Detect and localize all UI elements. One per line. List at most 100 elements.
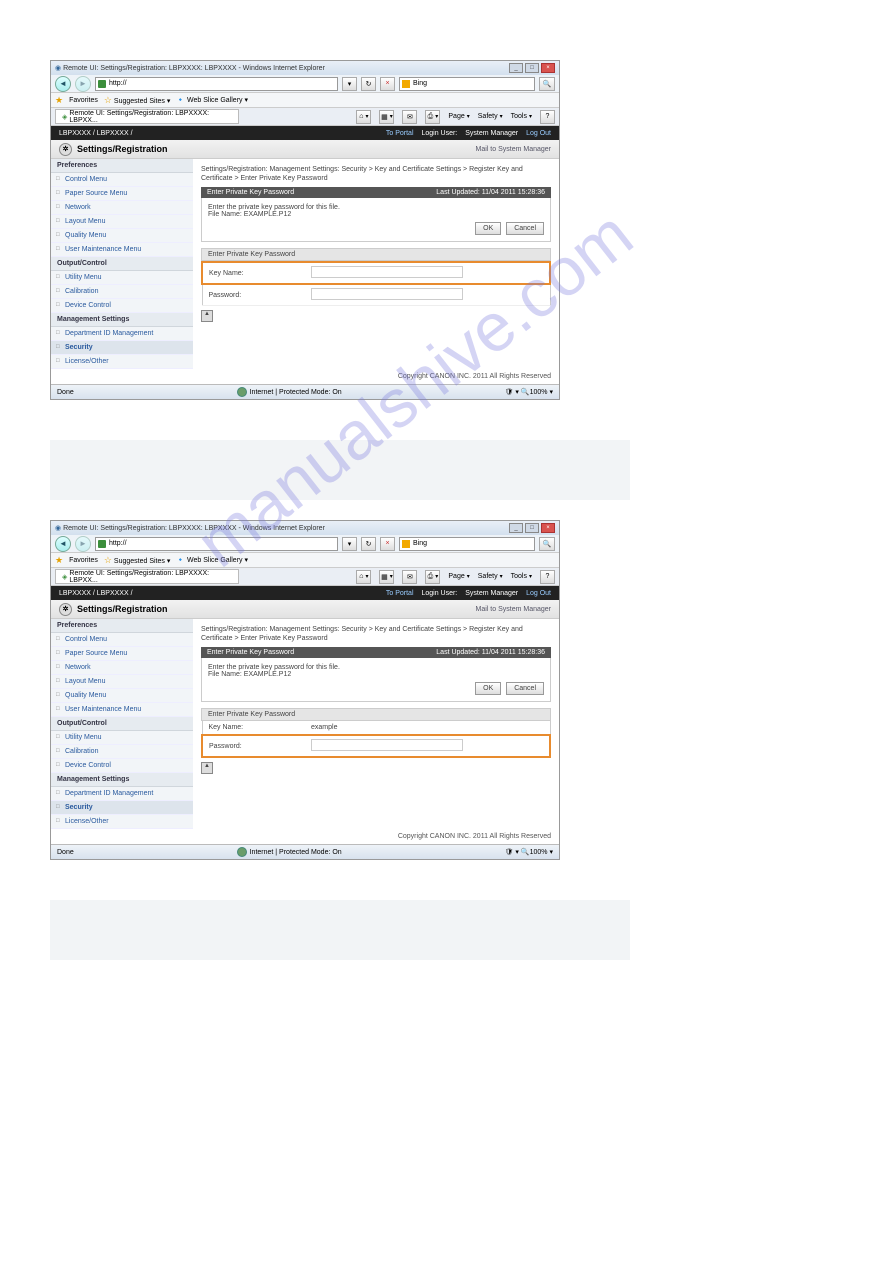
star-icon[interactable]: ★: [55, 555, 63, 566]
sidebar-item-calibration[interactable]: Calibration: [51, 745, 193, 759]
sidebar-item-quality[interactable]: Quality Menu: [51, 229, 193, 243]
mail-link[interactable]: Mail to System Manager: [476, 606, 551, 613]
filename-text: File Name: EXAMPLE.P12: [208, 211, 544, 218]
keyname-value[interactable]: example: [311, 724, 337, 731]
top-icon[interactable]: ▲: [201, 762, 213, 774]
sidebar-item-network[interactable]: Network: [51, 201, 193, 215]
sidebar-item-utility[interactable]: Utility Menu: [51, 271, 193, 285]
sidebar-item-dept-id[interactable]: Department ID Management: [51, 787, 193, 801]
back-button[interactable]: ◄: [55, 536, 71, 552]
instruction-text: Enter the private key password for this …: [208, 664, 544, 671]
refresh-icon[interactable]: ↻: [361, 77, 376, 91]
page-menu[interactable]: Page: [448, 573, 469, 580]
sidebar-item-network[interactable]: Network: [51, 661, 193, 675]
sidebar-item-quality[interactable]: Quality Menu: [51, 689, 193, 703]
sidebar-item-device[interactable]: Device Control: [51, 299, 193, 313]
mail-icon[interactable]: ✉: [402, 110, 417, 124]
forward-button[interactable]: ►: [75, 76, 91, 92]
sidebar-item-security[interactable]: Security: [51, 801, 193, 815]
device-path: LBPXXXX / LBPXXXX /: [59, 130, 133, 137]
forward-button[interactable]: ►: [75, 536, 91, 552]
sidebar: Preferences Control Menu Paper Source Me…: [51, 619, 193, 829]
home-icon[interactable]: ⌂: [356, 110, 371, 124]
minimize-icon[interactable]: _: [509, 523, 523, 533]
close-icon[interactable]: ×: [541, 63, 555, 73]
ok-button[interactable]: OK: [475, 222, 501, 235]
browser-tab[interactable]: ◈Remote UI: Settings/Registration: LBPXX…: [55, 109, 239, 124]
logout-link[interactable]: Log Out: [526, 130, 551, 137]
sidebar-item-layout[interactable]: Layout Menu: [51, 215, 193, 229]
tools-menu[interactable]: Tools: [511, 573, 532, 580]
sidebar-item-layout[interactable]: Layout Menu: [51, 675, 193, 689]
protected-mode-icon[interactable]: 🛡 ▾: [505, 389, 519, 396]
sidebar-item-paper[interactable]: Paper Source Menu: [51, 647, 193, 661]
refresh-icon[interactable]: ↻: [361, 537, 376, 551]
logout-link[interactable]: Log Out: [526, 590, 551, 597]
sidebar-item-paper[interactable]: Paper Source Menu: [51, 187, 193, 201]
search-icon[interactable]: 🔍: [539, 537, 555, 551]
nav-row: ◄ ► http:// ▾ ↻ × Bing 🔍: [51, 535, 559, 553]
search-box[interactable]: Bing: [399, 77, 535, 91]
ok-button[interactable]: OK: [475, 682, 501, 695]
sidebar-item-dept-id[interactable]: Department ID Management: [51, 327, 193, 341]
maximize-icon[interactable]: □: [525, 63, 539, 73]
sidebar-item-control[interactable]: Control Menu: [51, 173, 193, 187]
home-icon[interactable]: ⌂: [356, 570, 371, 584]
back-button[interactable]: ◄: [55, 76, 71, 92]
url-box[interactable]: http://: [95, 537, 338, 551]
web-slice-gallery[interactable]: 🔹 Web Slice Gallery ▾: [176, 96, 248, 104]
password-input[interactable]: [311, 739, 463, 751]
search-icon[interactable]: 🔍: [539, 77, 555, 91]
top-icon[interactable]: ▲: [201, 310, 213, 322]
page-menu[interactable]: Page: [448, 113, 469, 120]
sidebar-item-calibration[interactable]: Calibration: [51, 285, 193, 299]
sidebar-item-device[interactable]: Device Control: [51, 759, 193, 773]
maximize-icon[interactable]: □: [525, 523, 539, 533]
sidebar-item-security[interactable]: Security: [51, 341, 193, 355]
print-icon[interactable]: ⎙: [425, 110, 440, 124]
sidebar-item-license[interactable]: License/Other: [51, 355, 193, 369]
safety-menu[interactable]: Safety: [478, 573, 503, 580]
sidebar-item-utility[interactable]: Utility Menu: [51, 731, 193, 745]
dropdown-icon[interactable]: ▾: [342, 77, 357, 91]
protected-mode-icon[interactable]: 🛡 ▾: [505, 849, 519, 856]
to-portal-link[interactable]: To Portal: [386, 590, 414, 597]
url-box[interactable]: http://: [95, 77, 338, 91]
safety-menu[interactable]: Safety: [478, 113, 503, 120]
tools-menu[interactable]: Tools: [511, 113, 532, 120]
password-row-highlight: Password:: [202, 735, 550, 757]
mail-link[interactable]: Mail to System Manager: [476, 146, 551, 153]
search-box[interactable]: Bing: [399, 537, 535, 551]
star-icon[interactable]: ★: [55, 95, 63, 106]
sidebar-item-control[interactable]: Control Menu: [51, 633, 193, 647]
zoom-icon[interactable]: 🔍: [521, 389, 530, 396]
minimize-icon[interactable]: _: [509, 63, 523, 73]
sidebar-item-user-maint[interactable]: User Maintenance Menu: [51, 703, 193, 717]
cancel-button[interactable]: Cancel: [506, 222, 544, 235]
feed-icon[interactable]: ▦: [379, 110, 394, 124]
browser-tab[interactable]: ◈Remote UI: Settings/Registration: LBPXX…: [55, 569, 239, 584]
to-portal-link[interactable]: To Portal: [386, 130, 414, 137]
sidebar-item-license[interactable]: License/Other: [51, 815, 193, 829]
password-input[interactable]: [311, 288, 463, 300]
stop-icon[interactable]: ×: [380, 537, 395, 551]
keyname-input[interactable]: [311, 266, 463, 278]
help-icon[interactable]: ?: [540, 110, 555, 124]
status-bar: Done Internet | Protected Mode: On 🛡 ▾ 🔍…: [51, 844, 559, 859]
zoom-icon[interactable]: 🔍: [521, 849, 530, 856]
suggested-sites[interactable]: ☆ Suggested Sites ▾: [104, 95, 170, 106]
web-slice-gallery[interactable]: 🔹 Web Slice Gallery ▾: [176, 556, 248, 564]
cancel-button[interactable]: Cancel: [506, 682, 544, 695]
sidebar-group-output: Output/Control: [51, 257, 193, 271]
mail-icon[interactable]: ✉: [402, 570, 417, 584]
stop-icon[interactable]: ×: [380, 77, 395, 91]
help-icon[interactable]: ?: [540, 570, 555, 584]
dropdown-icon[interactable]: ▾: [342, 537, 357, 551]
print-icon[interactable]: ⎙: [425, 570, 440, 584]
favorites-row: ★ Favorites ☆ Suggested Sites ▾ 🔹 Web Sl…: [51, 93, 559, 108]
sidebar-group-preferences: Preferences: [51, 159, 193, 173]
suggested-sites[interactable]: ☆ Suggested Sites ▾: [104, 555, 170, 566]
sidebar-item-user-maint[interactable]: User Maintenance Menu: [51, 243, 193, 257]
feed-icon[interactable]: ▦: [379, 570, 394, 584]
close-icon[interactable]: ×: [541, 523, 555, 533]
